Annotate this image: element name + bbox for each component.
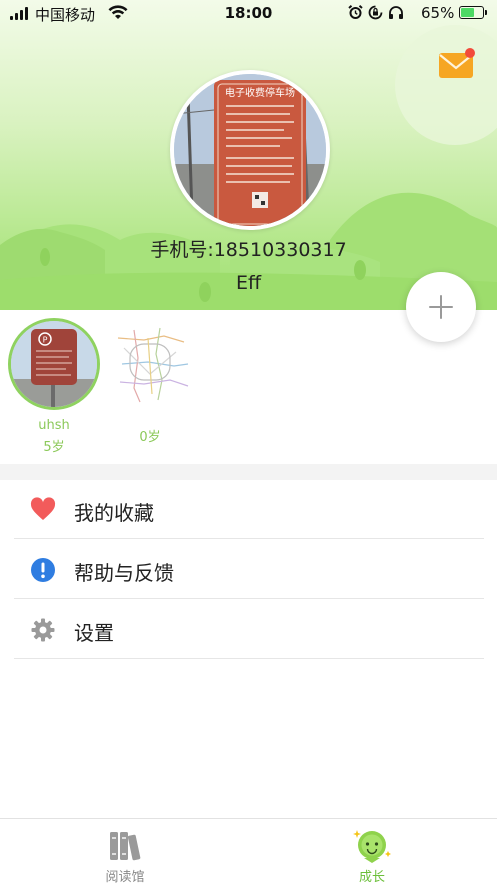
status-bar: 中国移动 18:00 65% bbox=[0, 0, 497, 28]
battery-level-fill bbox=[461, 8, 474, 17]
menu-item-settings[interactable]: 设置 bbox=[14, 600, 484, 659]
child-avatar-photo: P bbox=[11, 321, 97, 407]
menu-item-label: 我的收藏 bbox=[74, 501, 154, 525]
child-avatar-photo bbox=[104, 318, 196, 410]
child-name: uhsh bbox=[38, 418, 70, 433]
tab-reading-hall[interactable]: 阅读馆 bbox=[65, 819, 185, 883]
child-age: 0岁 bbox=[139, 430, 161, 445]
battery-percent: 65% bbox=[421, 4, 455, 22]
user-avatar[interactable]: 电子收费停车场 bbox=[170, 70, 330, 230]
menu-item-favorites[interactable]: 我的收藏 bbox=[14, 480, 484, 539]
tab-label: 阅读馆 bbox=[105, 870, 145, 883]
books-icon bbox=[110, 832, 141, 861]
rotation-lock-icon bbox=[368, 5, 383, 20]
headphones-icon bbox=[389, 6, 403, 19]
sign-title: 电子收费停车场 bbox=[225, 86, 295, 99]
tab-bar: 阅读馆 成长 bbox=[0, 818, 497, 883]
menu-item-label: 设置 bbox=[74, 621, 114, 645]
battery-icon bbox=[459, 6, 487, 19]
section-divider bbox=[0, 464, 497, 480]
svg-text:P: P bbox=[43, 336, 48, 345]
growth-mascot-icon bbox=[353, 830, 391, 863]
tab-growth[interactable]: 成长 bbox=[312, 819, 432, 883]
menu-item-help-feedback[interactable]: 帮助与反馈 bbox=[14, 540, 484, 599]
child-card[interactable]: 0岁 bbox=[102, 318, 198, 445]
add-child-button[interactable] bbox=[406, 272, 476, 342]
phone-number: 手机号:18510330317 bbox=[150, 239, 347, 261]
info-icon bbox=[31, 558, 55, 582]
child-avatar[interactable] bbox=[104, 318, 196, 410]
unread-badge bbox=[465, 48, 475, 58]
menu-item-label: 帮助与反馈 bbox=[74, 561, 174, 585]
heart-icon bbox=[30, 497, 56, 520]
child-card[interactable]: P uhsh 5岁 bbox=[6, 318, 102, 455]
alarm-icon bbox=[348, 5, 363, 19]
child-age: 5岁 bbox=[43, 440, 65, 455]
child-avatar[interactable]: P bbox=[8, 318, 100, 410]
avatar-photo: 电子收费停车场 bbox=[174, 74, 326, 226]
tab-label: 成长 bbox=[358, 870, 385, 883]
gear-icon bbox=[31, 618, 55, 642]
